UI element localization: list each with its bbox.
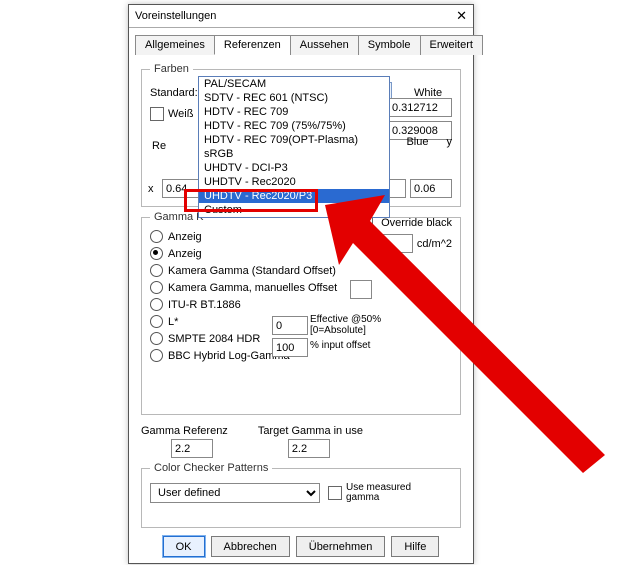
effective-100-input[interactable] — [272, 338, 308, 357]
ok-button[interactable]: OK — [163, 536, 205, 557]
override-black-checkbox[interactable] — [359, 216, 373, 230]
gamma-radio-2[interactable]: Kamera Gamma (Standard Offset) — [150, 264, 452, 277]
radio-icon — [150, 264, 163, 277]
effective-label-3: % input offset — [310, 340, 370, 351]
radio-label: L* — [168, 316, 178, 328]
radio-icon — [150, 247, 163, 260]
apply-button[interactable]: Übernehmen — [296, 536, 386, 557]
radio-icon — [150, 281, 163, 294]
opt-srgb[interactable]: sRGB — [199, 147, 389, 161]
tab-bar: Allgemeines Referenzen Aussehen Symbole … — [135, 34, 467, 55]
radio-label: Anzeig — [168, 248, 202, 260]
opt-hdtv709[interactable]: HDTV - REC 709 — [199, 105, 389, 119]
effective-label-1: Effective @50% — [310, 314, 381, 325]
tab-symbole[interactable]: Symbole — [358, 35, 421, 55]
opt-sdtv[interactable]: SDTV - REC 601 (NTSC) — [199, 91, 389, 105]
radio-icon — [150, 315, 163, 328]
radio-label: Kamera Gamma, manuelles Offset — [168, 282, 337, 294]
titlebar[interactable]: Voreinstellungen ✕ — [129, 5, 473, 28]
override-black-unit: cd/m^2 — [417, 238, 452, 250]
weiss-label: Weiß — [168, 108, 193, 120]
rgb-x-label: x — [148, 183, 158, 195]
standard-label: Standard: — [150, 87, 202, 99]
radio-icon — [150, 298, 163, 311]
preferences-dialog: Voreinstellungen ✕ Allgemeines Referenze… — [128, 4, 474, 564]
opt-dcip3[interactable]: UHDTV - DCI-P3 — [199, 161, 389, 175]
red-header: Re — [152, 140, 166, 152]
help-button[interactable]: Hilfe — [391, 536, 439, 557]
radio-label: SMPTE 2084 HDR — [168, 333, 260, 345]
opt-custom[interactable]: Custom — [199, 203, 389, 217]
target-gamma-input[interactable] — [288, 439, 330, 458]
tab-allgemeines[interactable]: Allgemeines — [135, 35, 215, 55]
cancel-button[interactable]: Abbrechen — [211, 536, 290, 557]
opt-rec2020p3[interactable]: UHDTV - Rec2020/P3 — [199, 189, 389, 203]
radio-label: ITU-R BT.1886 — [168, 299, 241, 311]
opt-hdtv75[interactable]: HDTV - REC 709 (75%/75%) — [199, 119, 389, 133]
blue-header: Blue — [406, 136, 428, 148]
group-farben: Farben Standard: HDTV - REC 709 White x … — [141, 69, 461, 207]
radio-label: Anzeig — [168, 231, 202, 243]
blue-y-input[interactable] — [410, 179, 452, 198]
override-black-label: Override black — [381, 217, 452, 229]
use-measured-checkbox[interactable] — [328, 486, 342, 500]
radio-label: Kamera Gamma (Standard Offset) — [168, 265, 336, 277]
radio-icon — [150, 349, 163, 362]
opt-pal[interactable]: PAL/SECAM — [199, 77, 389, 91]
effective-0-input[interactable] — [272, 316, 308, 335]
gamma-radio-4[interactable]: ITU-R BT.1886 — [150, 298, 452, 311]
weiss-checkbox[interactable] — [150, 107, 164, 121]
opt-hdtv-opt[interactable]: HDTV - REC 709(OPT-Plasma) — [199, 133, 389, 147]
tab-erweitert[interactable]: Erweitert — [420, 35, 483, 55]
group-ccp: Color Checker Patterns User defined Use … — [141, 468, 461, 528]
override-black-input[interactable] — [371, 234, 413, 253]
effective-label-2: [0=Absolute] — [310, 325, 381, 336]
gamma-ref-input[interactable] — [171, 439, 213, 458]
radio-icon — [150, 230, 163, 243]
y-header: y — [447, 136, 453, 148]
tab-aussehen[interactable]: Aussehen — [290, 35, 359, 55]
use-measured-label: Use measured gamma — [346, 483, 411, 503]
standard-dropdown-list[interactable]: PAL/SECAM SDTV - REC 601 (NTSC) HDTV - R… — [198, 76, 390, 218]
white-x-input[interactable] — [388, 98, 452, 117]
group-ccp-legend: Color Checker Patterns — [150, 462, 272, 474]
group-gamma: Gamma K Override black cd/m^2 AnzeigAnze… — [141, 217, 461, 415]
target-gamma-label: Target Gamma in use — [258, 425, 363, 437]
gamma-ref-label: Gamma Referenz — [141, 425, 228, 437]
gamma-radio-3[interactable]: Kamera Gamma, manuelles Offset — [150, 281, 452, 294]
dialog-buttons: OK Abbrechen Übernehmen Hilfe — [129, 536, 473, 557]
ccp-select[interactable]: User defined — [150, 483, 320, 503]
opt-rec2020[interactable]: UHDTV - Rec2020 — [199, 175, 389, 189]
group-farben-legend: Farben — [150, 63, 193, 75]
close-icon[interactable]: ✕ — [456, 5, 467, 27]
tab-referenzen[interactable]: Referenzen — [214, 35, 291, 55]
window-title: Voreinstellungen — [135, 5, 216, 27]
radio-icon — [150, 332, 163, 345]
manual-offset-box[interactable] — [350, 280, 372, 299]
